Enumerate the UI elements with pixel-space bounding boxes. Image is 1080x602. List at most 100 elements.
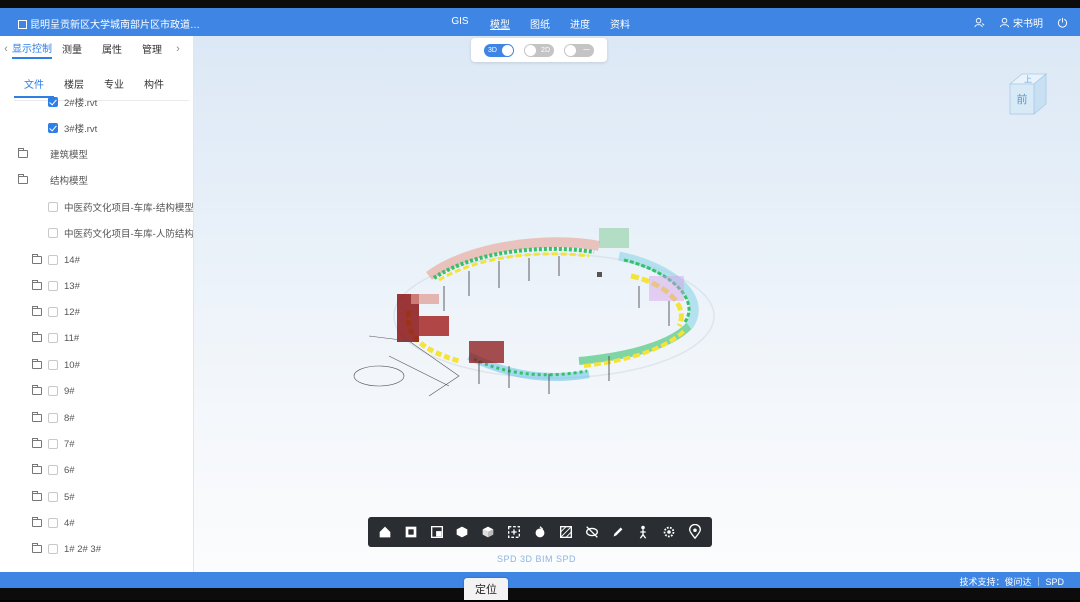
tabs-next-icon[interactable]: › [172, 43, 184, 55]
tree-checkbox[interactable] [48, 360, 58, 370]
panel-sub-tabs: 文件 楼层 专业 构件 [14, 76, 184, 98]
nav-model[interactable]: 模型 [480, 16, 520, 31]
tree-node[interactable]: 中医药文化项目-车库-结构模型 [48, 199, 193, 215]
viewer-toolbar [368, 517, 712, 547]
walk-icon[interactable] [634, 523, 652, 541]
folder-icon[interactable] [32, 464, 42, 474]
folder-icon[interactable] [32, 332, 42, 342]
folder-icon[interactable] [32, 280, 42, 290]
tab-manage[interactable]: 管理 [132, 41, 172, 58]
folder-icon[interactable] [32, 359, 42, 369]
tree-node[interactable]: 1# 2# 3# [32, 541, 101, 557]
roam-icon[interactable] [531, 523, 549, 541]
viewcube-top-label: 上 [1024, 75, 1032, 84]
tree-node[interactable]: 4# [32, 515, 75, 531]
hide-icon[interactable] [583, 523, 601, 541]
folder-icon[interactable] [32, 306, 42, 316]
zoom-window-icon[interactable] [428, 523, 446, 541]
settings-icon[interactable] [660, 523, 678, 541]
nav-documents[interactable]: 资料 [600, 16, 640, 31]
tree-node-label: 7# [64, 438, 75, 450]
tab-properties[interactable]: 属性 [92, 41, 132, 58]
tree-node[interactable]: 2#楼.rvt [48, 94, 97, 110]
tree-node[interactable]: 5# [32, 489, 75, 505]
view-cube[interactable]: 上 前 [1002, 70, 1050, 118]
subtab-components[interactable]: 构件 [134, 76, 174, 98]
tree-checkbox[interactable] [34, 175, 44, 185]
toggle-split-label: 一 [583, 46, 590, 54]
folder-open-icon[interactable] [18, 174, 28, 184]
user-menu[interactable]: 宋书明 [999, 15, 1043, 30]
tree-checkbox[interactable] [48, 307, 58, 317]
folder-icon[interactable] [32, 517, 42, 527]
tree-checkbox[interactable] [48, 202, 58, 212]
nav-progress[interactable]: 进度 [560, 16, 600, 31]
toggle-knob [565, 44, 576, 56]
toggle-3d-label: 3D [488, 46, 497, 54]
folder-icon[interactable] [32, 412, 42, 422]
tree-checkbox[interactable] [48, 228, 58, 238]
app-header: 昆明呈贡新区大学城南部片区市政道路及配套基础设施建设... GIS 模型 图纸 … [0, 8, 1080, 36]
tree-node[interactable]: 8# [32, 410, 75, 426]
logout-icon[interactable] [1057, 17, 1068, 28]
left-panel: ‹ 显示控制 测量 属性 管理 › 文件 楼层 专业 构件 2#楼.rvt 3#楼… [0, 36, 194, 572]
nav-drawings[interactable]: 图纸 [520, 16, 560, 31]
tree-node[interactable]: 7# [32, 436, 75, 452]
tree-checkbox[interactable] [48, 544, 58, 554]
tree-node[interactable]: 13# [32, 278, 80, 294]
tab-display-control[interactable]: 显示控制 [12, 40, 52, 59]
user-search-icon[interactable] [974, 17, 985, 28]
tree-node[interactable]: 14# [32, 252, 80, 268]
tree-checkbox[interactable] [48, 281, 58, 291]
tree-checkbox[interactable] [48, 97, 58, 107]
folder-icon[interactable] [32, 543, 42, 553]
folder-icon[interactable] [32, 438, 42, 448]
tree-checkbox[interactable] [48, 492, 58, 502]
toggle-split[interactable]: 一 [564, 43, 594, 57]
toggle-2d[interactable]: 2D [524, 43, 554, 57]
tree-node[interactable]: 10# [32, 357, 80, 373]
nav-gis[interactable]: GIS [440, 16, 480, 31]
header-right: 宋书明 [974, 15, 1068, 30]
tree-node-label: 中医药文化项目-车库-人防结构 [64, 229, 194, 240]
tree-node[interactable]: 6# [32, 462, 75, 478]
toggle-3d[interactable]: 3D [484, 43, 514, 57]
folder-icon[interactable] [32, 385, 42, 395]
tree-node[interactable]: 9# [32, 383, 75, 399]
folder-icon[interactable] [32, 491, 42, 501]
folder-icon[interactable] [32, 254, 42, 264]
folder-icon[interactable] [18, 148, 28, 158]
tree-checkbox[interactable] [48, 386, 58, 396]
tree-node[interactable]: 12# [32, 304, 80, 320]
tree-checkbox[interactable] [48, 123, 58, 133]
bim-model-render[interactable] [349, 216, 749, 401]
tree-checkbox[interactable] [48, 439, 58, 449]
tree-checkbox[interactable] [48, 413, 58, 423]
tree-node[interactable]: 中医药文化项目-车库-人防结构 [48, 225, 194, 241]
tab-measure[interactable]: 测量 [52, 41, 92, 58]
tree-node[interactable]: 3#楼.rvt [48, 120, 97, 136]
material-icon[interactable] [557, 523, 575, 541]
markup-icon[interactable] [609, 523, 627, 541]
divider [14, 100, 189, 101]
subtab-disciplines[interactable]: 专业 [94, 76, 134, 98]
add-view-icon[interactable] [505, 523, 523, 541]
home-icon[interactable] [376, 523, 394, 541]
location-icon[interactable] [686, 523, 704, 541]
tree-checkbox[interactable] [48, 465, 58, 475]
model-viewport[interactable]: 3D 2D 一 上 前 SPD 3D BIM SPD [194, 36, 1080, 572]
section-box-icon[interactable] [453, 523, 471, 541]
fit-icon[interactable] [402, 523, 420, 541]
tree-checkbox[interactable] [48, 333, 58, 343]
tree-checkbox[interactable] [34, 149, 44, 159]
logo-icon [18, 20, 27, 29]
cube-icon[interactable] [479, 523, 497, 541]
tree-node[interactable]: 建筑模型 [18, 146, 88, 162]
tree-checkbox[interactable] [48, 518, 58, 528]
tabs-prev-icon[interactable]: ‹ [0, 43, 12, 55]
tree-node[interactable]: 结构模型 [18, 172, 88, 188]
tree-checkbox[interactable] [48, 255, 58, 265]
bottom-strip [0, 588, 1080, 600]
tree-node[interactable]: 11# [32, 330, 79, 346]
top-strip [0, 0, 1080, 8]
